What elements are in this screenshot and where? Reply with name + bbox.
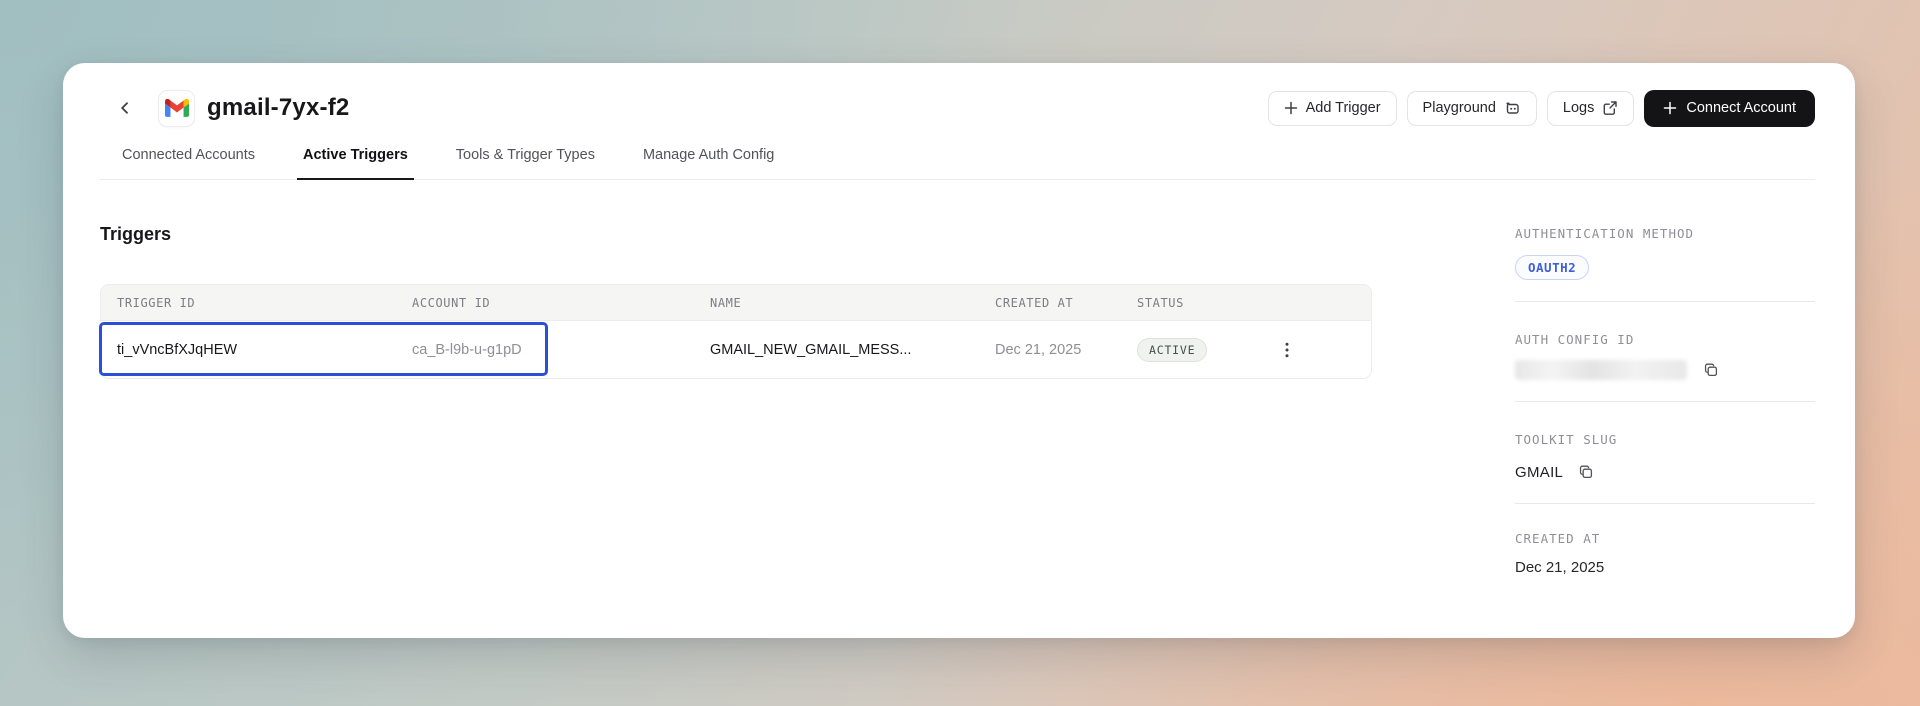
back-button[interactable]	[112, 95, 138, 121]
tab-manage-auth-config[interactable]: Manage Auth Config	[637, 147, 780, 180]
copy-auth-config-id-button[interactable]	[1701, 360, 1721, 380]
row-menu-button[interactable]	[1279, 336, 1295, 364]
add-trigger-button[interactable]: Add Trigger	[1267, 90, 1397, 126]
triggers-table: TRIGGER ID ACCOUNT ID NAME CREATED AT ST…	[99, 284, 1372, 379]
column-header-name: NAME	[710, 295, 742, 310]
tab-bar: Connected Accounts Active Triggers Tools…	[100, 147, 1815, 180]
auth-method-label: AUTHENTICATION METHOD	[1515, 226, 1695, 241]
column-header-status: STATUS	[1137, 295, 1184, 310]
content-area: Triggers TRIGGER ID ACCOUNT ID NAME CREA…	[99, 180, 1815, 576]
copy-toolkit-slug-button[interactable]	[1576, 462, 1596, 482]
created-at-label: CREATED AT	[1515, 531, 1601, 546]
trigger-name-cell: GMAIL_NEW_GMAIL_MESS...	[710, 341, 912, 358]
kebab-icon	[1285, 342, 1289, 357]
column-header-account-id: ACCOUNT ID	[412, 295, 491, 310]
logs-button[interactable]: Logs	[1546, 90, 1635, 126]
playground-button[interactable]: Playground	[1406, 90, 1537, 126]
auth-config-id-label: AUTH CONFIG ID	[1515, 332, 1635, 347]
app-card: gmail-7yx-f2 Add Trigger Playground Logs	[63, 63, 1855, 638]
tab-active-triggers[interactable]: Active Triggers	[297, 147, 414, 180]
plus-icon	[1284, 101, 1297, 115]
connect-account-label: Connect Account	[1686, 100, 1796, 116]
playground-label: Playground	[1422, 100, 1496, 116]
tab-tools-trigger-types[interactable]: Tools & Trigger Types	[450, 147, 601, 180]
toolkit-slug-row: GMAIL	[1515, 462, 1815, 482]
column-header-created-at: CREATED AT	[995, 295, 1074, 310]
page-title: gmail-7yx-f2	[207, 94, 350, 121]
table-header-row: TRIGGER ID ACCOUNT ID NAME CREATED AT ST…	[101, 285, 1371, 321]
playground-bot-icon	[1506, 101, 1519, 114]
triggers-panel: Triggers TRIGGER ID ACCOUNT ID NAME CREA…	[99, 180, 1372, 576]
auth-config-id-row	[1515, 360, 1815, 380]
sidebar-divider	[1515, 301, 1815, 302]
gmail-logo-tile	[159, 90, 194, 126]
sidebar-divider	[1515, 503, 1815, 504]
oauth2-badge: OAUTH2	[1515, 255, 1590, 280]
connect-account-button[interactable]: Connect Account	[1644, 89, 1815, 127]
copy-icon	[1704, 363, 1718, 377]
table-row[interactable]: ti_vVncBfXJqHEW ca_B-l9b-u-g1pD GMAIL_NE…	[101, 321, 1371, 378]
chevron-left-icon	[121, 102, 128, 114]
header-actions: Add Trigger Playground Logs Connect Acco…	[1267, 89, 1815, 127]
created-at-value: Dec 21, 2025	[1515, 559, 1605, 576]
logs-label: Logs	[1562, 100, 1595, 116]
plus-icon-white	[1664, 101, 1677, 115]
toolkit-slug-value: GMAIL	[1515, 463, 1564, 481]
add-trigger-label: Add Trigger	[1305, 100, 1381, 116]
page-header: gmail-7yx-f2 Add Trigger Playground Logs	[100, 63, 1815, 127]
column-header-trigger-id: TRIGGER ID	[117, 295, 196, 310]
tab-connected-accounts[interactable]: Connected Accounts	[116, 147, 261, 180]
copy-icon	[1580, 465, 1593, 479]
created-at-cell: Dec 21, 2025	[995, 341, 1082, 358]
status-cell: ACTIVE	[1121, 337, 1263, 362]
gmail-icon	[164, 99, 189, 117]
external-link-icon	[1603, 101, 1618, 115]
row-actions-cell	[1263, 336, 1371, 364]
triggers-heading: Triggers	[100, 224, 172, 244]
status-badge: ACTIVE	[1137, 337, 1208, 362]
details-sidebar: AUTHENTICATION METHOD OAUTH2 AUTH CONFIG…	[1515, 180, 1815, 576]
account-id-cell: ca_B-l9b-u-g1pD	[412, 341, 522, 358]
trigger-id-cell: ti_vVncBfXJqHEW	[117, 341, 238, 358]
auth-config-id-redacted-value	[1515, 360, 1687, 380]
sidebar-divider	[1515, 401, 1815, 402]
toolkit-slug-label: TOOLKIT SLUG	[1515, 432, 1618, 447]
